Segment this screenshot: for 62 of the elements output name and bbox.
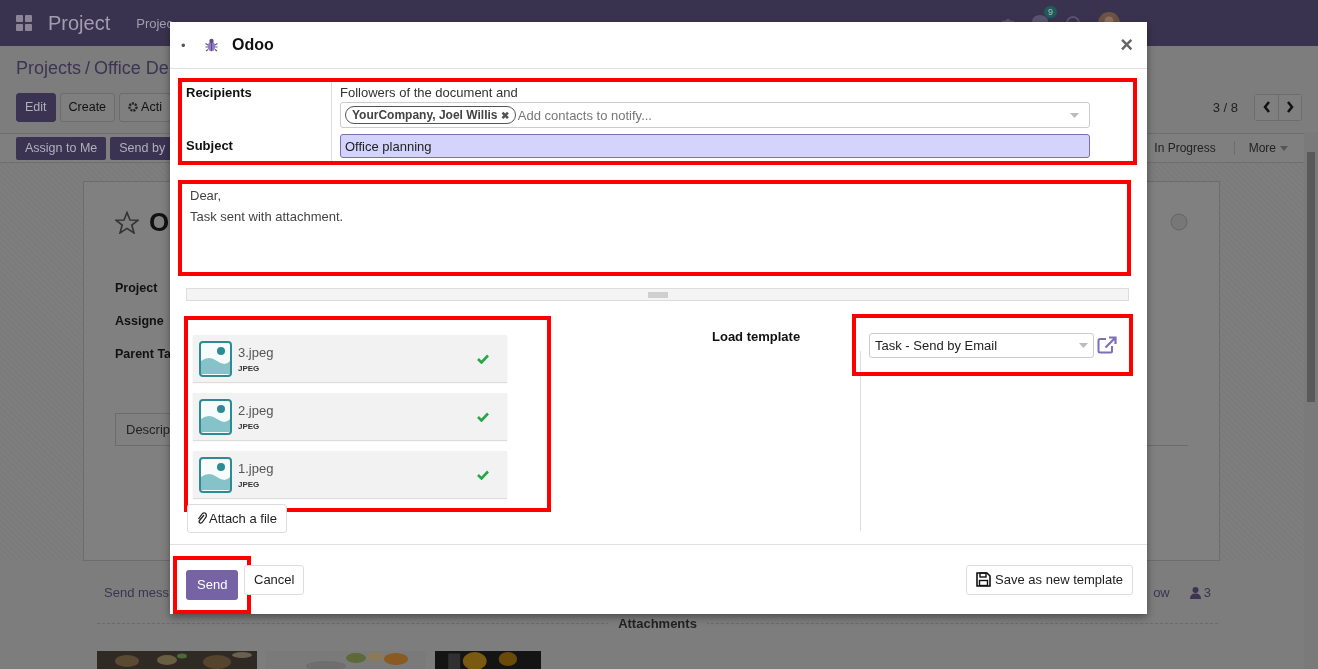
attachment-type: JPEG xyxy=(238,363,261,373)
attachment-name: 3.jpeg xyxy=(238,344,275,360)
bug-icon xyxy=(205,38,218,52)
action-menu-button[interactable]: Acti xyxy=(119,92,171,122)
send-button[interactable]: Send xyxy=(186,569,239,600)
chevron-right-icon xyxy=(1286,101,1294,113)
resize-handle[interactable] xyxy=(186,288,1129,301)
dropdown-caret-icon xyxy=(1079,342,1088,348)
create-button[interactable]: Create xyxy=(59,92,116,122)
field-label: Project xyxy=(115,281,158,295)
image-file-icon xyxy=(199,456,232,493)
pager-counter: 3 / 8 xyxy=(1212,99,1238,115)
attachment-card[interactable]: 3.jpeg JPEG xyxy=(193,335,507,382)
message-count-badge: 9 xyxy=(1044,5,1057,18)
bullet-mark: • xyxy=(181,37,187,53)
field-label: Assigne xyxy=(115,314,164,328)
subject-field[interactable]: Office planning xyxy=(340,134,1090,158)
app-name[interactable]: Project xyxy=(48,11,111,35)
attachment-type: JPEG xyxy=(238,421,261,431)
send-message-link[interactable]: Send mess xyxy=(104,585,170,600)
external-link-icon[interactable] xyxy=(1097,336,1117,354)
grip-icon xyxy=(647,291,668,298)
caret-icon xyxy=(1280,145,1288,151)
close-button[interactable]: × xyxy=(1120,34,1133,56)
image-file-icon xyxy=(199,398,232,435)
attachment-type: JPEG xyxy=(238,479,261,489)
edit-button[interactable]: Edit xyxy=(16,92,56,122)
status-action-button[interactable]: Assign to Me xyxy=(16,136,107,160)
dialog-title: Odoo xyxy=(232,36,274,54)
person-icon xyxy=(1189,586,1201,599)
recipients-note: Followers of the document and xyxy=(340,85,519,100)
subject-label: Subject xyxy=(186,138,234,153)
save-template-button[interactable]: Save as new template xyxy=(966,564,1133,595)
recipients-field[interactable]: YourCompany, Joel Willis ✖ Add contacts to notify... xyxy=(340,102,1090,128)
breadcrumb-separator: / xyxy=(85,58,91,79)
next-button[interactable] xyxy=(1278,94,1301,120)
dropdown-caret-icon[interactable] xyxy=(1070,112,1079,118)
scrollbar-thumb[interactable] xyxy=(1307,152,1315,402)
recipients-label: Recipients xyxy=(186,85,253,100)
cancel-button[interactable]: Cancel xyxy=(244,564,305,595)
more-stages-button[interactable]: More xyxy=(1233,141,1302,155)
message-body-editor[interactable]: Dear, Task sent with attachment. xyxy=(178,180,1131,276)
gear-icon xyxy=(128,102,139,112)
record-title: O xyxy=(149,206,170,238)
image-file-icon xyxy=(199,340,232,377)
follow-link[interactable]: ow xyxy=(1153,585,1170,600)
attachment-card[interactable]: 1.jpeg JPEG xyxy=(193,451,507,498)
template-select[interactable]: Task - Send by Email xyxy=(869,332,1094,358)
paperclip-icon xyxy=(197,512,207,525)
attach-file-button[interactable]: Attach a file xyxy=(187,504,287,533)
menu-item[interactable]: Projec xyxy=(136,15,174,31)
breadcrumb-current: Office De xyxy=(94,58,169,79)
chevron-left-icon xyxy=(1262,101,1271,113)
attachment-name: 1.jpeg xyxy=(238,460,275,476)
attachment-name: 2.jpeg xyxy=(238,402,275,418)
load-template-label: Load template xyxy=(712,329,801,344)
attachment-card[interactable]: 2.jpeg JPEG xyxy=(193,393,507,440)
field-label: Parent Ta xyxy=(115,347,172,361)
followers-button[interactable]: 3 xyxy=(1189,585,1211,600)
breadcrumb-link[interactable]: Projects xyxy=(16,58,82,79)
star-icon[interactable] xyxy=(115,210,139,234)
apps-grid-icon[interactable] xyxy=(16,15,33,31)
